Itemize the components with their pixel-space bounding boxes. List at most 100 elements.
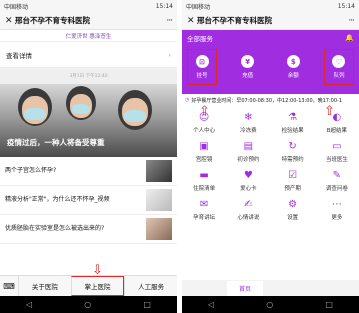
red-arrow-down-icon: ⇩: [92, 263, 103, 278]
grid-item-lab-results[interactable]: ⚗ 检验结果: [271, 110, 315, 136]
close-icon[interactable]: ✕: [187, 16, 197, 26]
grid-label: 检验结果: [281, 128, 304, 134]
grid-label: 初诊预约: [237, 157, 260, 163]
service-grid: ☺ 个人中心 ❄ 冷冻费 ⚗ 检验结果 ◐ B超结果 ▣ 宫腔镜 ▤ 初诊预约 ↻ 特需预约 …: [182, 106, 359, 223]
grid-label: 心情讲说: [237, 215, 260, 221]
timestamp: 3月1日 下午12:40: [0, 68, 177, 84]
article-title: 两个子宫怎么怀孕?: [5, 167, 57, 174]
box-icon: ▣: [199, 141, 209, 152]
keyboard-icon[interactable]: ⌨: [0, 282, 18, 291]
grid-label: 更多: [331, 215, 343, 221]
grid-item-love-card[interactable]: ♥ 爱心卡: [226, 168, 270, 194]
grid-item-mood-talk[interactable]: ✍ 心情讲说: [226, 197, 270, 223]
grid-item-more[interactable]: ⋯ 更多: [315, 197, 359, 223]
home-icon[interactable]: ○: [266, 300, 273, 309]
snowflake-icon: ❄: [244, 112, 253, 123]
recent-apps-icon[interactable]: □: [143, 300, 151, 309]
grid-label: B超结果: [326, 128, 348, 134]
article-list: 两个子宫怎么怀孕? 精液分析"正常"，为什么还不怀孕_视频 优质胚胎在实验室是怎…: [0, 157, 177, 244]
service-register[interactable]: ⊡ 挂号: [187, 49, 217, 85]
document-icon: ▭: [332, 141, 342, 152]
home-icon[interactable]: ○: [84, 300, 91, 309]
grid-item-ultrasound-results[interactable]: ◐ B超结果: [315, 110, 359, 136]
menu-about-hospital[interactable]: 关于医院: [18, 276, 71, 296]
grid-item-inpatient-list[interactable]: ▬ 住院清单: [182, 168, 226, 194]
grid-item-special-appointment[interactable]: ↻ 特需预约: [271, 139, 315, 165]
grid-item-freezing-fee[interactable]: ❄ 冷冻费: [226, 110, 270, 136]
banner-mask: [72, 104, 90, 114]
grid-label: 设置: [287, 215, 299, 221]
banner-mask: [24, 108, 46, 120]
bell-icon[interactable]: 🔔: [345, 34, 354, 42]
clock-icon: ◷: [185, 97, 190, 103]
grid-item-lecture[interactable]: ✉ 孕育讲坛: [182, 197, 226, 223]
article-thumbnail: [146, 189, 172, 211]
services-header: 全部服务 🔔 ⊡ 挂号 ¥ 充值 $ 余额 ♡ 队列: [182, 30, 359, 94]
grid-label: 调查问卷: [325, 186, 348, 192]
diary-icon: ✍: [244, 199, 253, 210]
survey-icon: ✎: [332, 170, 342, 181]
clock-label: 15:14: [155, 2, 173, 10]
banner-caption: 疫情过后，一种人将备受尊重: [7, 138, 105, 147]
grid-label: 爱心卡: [240, 186, 257, 192]
chevron-right-icon: ›: [168, 50, 171, 59]
more-icon[interactable]: ···: [348, 16, 355, 26]
grid-label: 冷冻费: [240, 128, 257, 134]
menu-mobile-hospital[interactable]: 掌上医院: [70, 276, 125, 296]
carrier-label: 中国移动: [186, 3, 211, 11]
grid-label: 住院清单: [193, 186, 216, 192]
service-balance[interactable]: $ 余额: [278, 49, 308, 85]
heart-card-icon: ♥: [243, 170, 253, 181]
tab-home[interactable]: 首页: [227, 281, 263, 296]
red-arrow-up-icon: ⇧: [324, 104, 335, 119]
more-icon[interactable]: ···: [166, 16, 173, 26]
refresh-icon: ↻: [288, 141, 297, 152]
service-queue[interactable]: ♡ 队列: [323, 49, 354, 85]
grid-label: 孕育讲坛: [193, 215, 216, 221]
service-label: 队列: [333, 73, 345, 79]
close-icon[interactable]: ✕: [5, 16, 15, 26]
red-arrow-up-icon: ⇧: [199, 104, 210, 119]
recent-apps-icon[interactable]: □: [325, 300, 333, 309]
grid-item-first-visit[interactable]: ▤ 初诊预约: [226, 139, 270, 165]
back-icon[interactable]: ◁: [26, 300, 32, 309]
flask-icon: ⚗: [288, 112, 298, 123]
article-thumbnail: [146, 160, 172, 182]
view-detail-row[interactable]: 查看详情 ›: [0, 42, 177, 68]
grid-item-on-duty-doctor[interactable]: ▭ 当班医生: [315, 139, 359, 165]
status-bar: 中国移动 15:14: [182, 0, 359, 12]
doctor-motto: 仁爱济世 惠泽苍生: [0, 30, 177, 42]
calendar-icon: ▤: [243, 141, 254, 152]
recharge-icon: ¥: [241, 55, 255, 68]
list-item[interactable]: 两个子宫怎么怀孕?: [0, 157, 177, 186]
page-title: 邢台不孕不育专科医院: [197, 16, 272, 25]
bed-icon: ▬: [199, 170, 209, 181]
grid-item-due-date[interactable]: ☑ 预产期: [271, 168, 315, 194]
service-label: 余额: [287, 73, 299, 79]
right-phone: 中国移动 15:14 ✕ 邢台不孕不育专科医院 ··· 全部服务 🔔 ⊡ 挂号 …: [182, 0, 359, 313]
view-detail-label: 查看详情: [6, 51, 32, 60]
queue-icon: ♡: [332, 55, 346, 68]
grid-item-hysteroscopy[interactable]: ▣ 宫腔镜: [182, 139, 226, 165]
grid-label: 宫腔镜: [195, 157, 213, 163]
title-bar: ✕ 邢台不孕不育专科医院 ···: [182, 12, 359, 30]
more-icon: ⋯: [331, 199, 342, 210]
back-icon[interactable]: ◁: [208, 300, 214, 309]
grid-item-survey[interactable]: ✎ 调查问卷: [315, 168, 359, 194]
list-item[interactable]: 精液分析"正常"，为什么还不怀孕_视频: [0, 186, 177, 215]
menu-human-service[interactable]: 人工服务: [124, 276, 177, 296]
system-nav-bar: ◁ ○ □: [0, 296, 177, 313]
service-label: 充值: [242, 73, 254, 79]
clock-label: 15:14: [337, 2, 355, 10]
article-title: 优质胚胎在实验室是怎么被选出来的?: [5, 225, 105, 232]
grid-label: 个人中心: [193, 128, 216, 134]
list-item[interactable]: 优质胚胎在实验室是怎么被选出来的?: [0, 215, 177, 244]
service-recharge[interactable]: ¥ 充值: [233, 49, 263, 85]
article-thumbnail: [146, 218, 172, 240]
system-nav-bar: ◁ ○ □: [182, 296, 359, 313]
article-banner[interactable]: 疫情过后，一种人将备受尊重: [0, 84, 177, 157]
grid-item-settings[interactable]: ⚙ 设置: [271, 197, 315, 223]
bottom-strip: [182, 280, 359, 296]
grid-label: 预产期: [284, 186, 301, 192]
grid-label: 当班医生: [325, 157, 348, 163]
